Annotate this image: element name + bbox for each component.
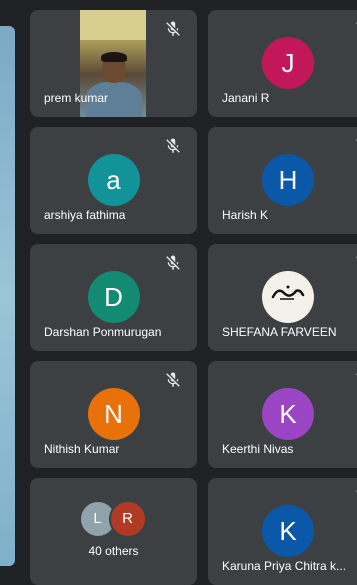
participant-name: Harish K [222, 208, 269, 222]
avatar: K [262, 388, 314, 440]
participant-tile-prem-kumar[interactable]: prem kumar [30, 10, 197, 117]
profile-photo [262, 271, 314, 323]
participant-name: Keerthi Nivas [222, 442, 294, 456]
participant-tile-harish-k[interactable]: H Harish K [208, 127, 357, 234]
mic-off-icon [166, 21, 180, 36]
mic-off-icon [166, 138, 180, 153]
participant-name: Janani R [222, 91, 270, 105]
avatar: a [87, 154, 140, 206]
participant-tile-arshiya-fathima[interactable]: a arshiya fathima [30, 127, 197, 234]
presentation-preview-edge[interactable] [0, 26, 15, 566]
participant-name: Karuna Priya Chitra k... [222, 559, 347, 573]
avatar: R [108, 500, 147, 538]
participant-tile-karuna-priya[interactable]: K Karuna Priya Chitra k... [208, 478, 357, 585]
participant-name: arshiya fathima [44, 208, 126, 222]
participant-tile-keerthi-nivas[interactable]: K Keerthi Nivas [208, 361, 357, 468]
avatar: H [262, 154, 314, 206]
participant-name: Nithish Kumar [44, 442, 120, 456]
participant-tile-shefana-farveen[interactable]: SHEFANA FARVEEN [208, 244, 357, 351]
mic-off-icon [166, 372, 180, 387]
participant-tile-nithish-kumar[interactable]: N Nithish Kumar [30, 361, 197, 468]
participant-tile-darshan-ponmurugan[interactable]: D Darshan Ponmurugan [30, 244, 197, 351]
others-count-label: 40 others [88, 544, 139, 558]
participant-tile-janani-r[interactable]: J Janani R [208, 10, 357, 117]
participant-name: SHEFANA FARVEEN [222, 325, 337, 339]
avatar: K [262, 505, 314, 557]
avatar: D [87, 271, 140, 323]
avatar: J [262, 37, 314, 89]
participant-name: Darshan Ponmurugan [44, 325, 162, 339]
others-tile[interactable]: L R 40 others [30, 478, 197, 585]
participant-name: prem kumar [44, 91, 109, 105]
mic-off-icon [166, 255, 180, 270]
avatar: N [87, 388, 140, 440]
others-avatars: L R [78, 500, 149, 538]
